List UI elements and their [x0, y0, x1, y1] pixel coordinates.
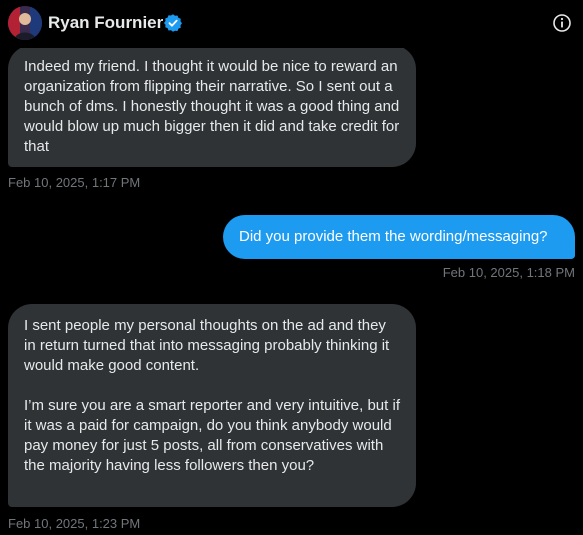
message-timestamp: Feb 10, 2025, 1:18 PM: [442, 265, 575, 280]
message-bubble-received[interactable]: Indeed my friend. I thought it would be …: [8, 45, 416, 167]
user-avatar-icon[interactable]: [8, 6, 42, 40]
message-text: I’m sure you are a smart reporter and ve…: [24, 397, 400, 474]
info-icon[interactable]: [552, 13, 572, 33]
verified-badge-icon: [164, 14, 182, 32]
message-timestamp: Feb 10, 2025, 1:23 PM: [8, 516, 141, 531]
message-bubble-sent[interactable]: Did you provide them the wording/messagi…: [223, 215, 575, 259]
message-bubble-received[interactable]: I sent people my personal thoughts on th…: [8, 304, 416, 507]
message-text: Did you provide them the wording/messagi…: [239, 228, 548, 245]
display-name[interactable]: Ryan Fournier: [48, 13, 163, 33]
message-text: Indeed my friend. I thought it would be …: [24, 58, 400, 155]
conversation-header: Ryan Fournier: [0, 0, 583, 48]
message-text: I sent people my personal thoughts on th…: [24, 317, 390, 374]
message-timestamp: Feb 10, 2025, 1:17 PM: [8, 175, 141, 190]
